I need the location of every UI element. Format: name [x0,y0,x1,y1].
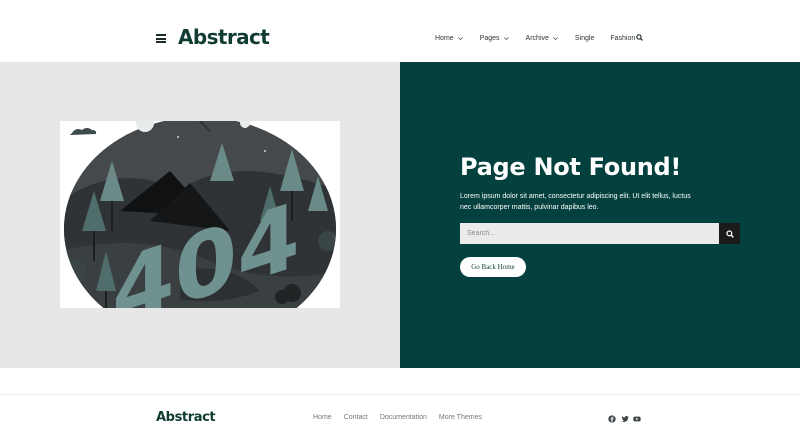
main-nav: Home Pages Archive Single Fashion [435,31,651,45]
site-logo[interactable]: Abstract [178,24,270,50]
not-found-panel [400,62,800,368]
facebook-icon[interactable] [608,415,616,423]
footer-link-more-themes[interactable]: More Themes [439,414,482,421]
nav-item-fashion[interactable]: Fashion [610,35,635,42]
page-title: Page Not Found! [460,153,682,181]
search-button[interactable] [719,223,740,244]
nav-item-label: Fashion [610,34,636,42]
search-icon [725,229,734,238]
chevron-down-icon [503,36,509,40]
search-icon[interactable] [636,34,643,41]
search-input[interactable] [460,223,719,244]
hamburger-menu-icon[interactable] [156,34,166,43]
chevron-down-icon [457,36,463,40]
site-header: Abstract Home Pages Archive Single Fashi… [0,0,800,62]
footer-link-contact[interactable]: Contact [344,414,368,421]
nav-item-label: Home [435,34,454,42]
footer-divider [0,394,800,395]
twitter-icon[interactable] [621,415,629,423]
nav-item-archive[interactable]: Archive [526,35,559,42]
nav-item-label: Pages [479,34,500,42]
footer-nav: Home Contact Documentation More Themes [313,414,494,421]
nav-item-label: Single [574,34,595,42]
page: Abstract Home Pages Archive Single Fashi… [0,0,800,443]
footer-link-documentation[interactable]: Documentation [380,414,427,421]
chevron-down-icon [552,36,558,40]
search-form [460,223,740,244]
nav-item-home[interactable]: Home [435,35,464,42]
nav-item-pages[interactable]: Pages [480,35,510,42]
footer-logo[interactable]: Abstract [156,410,216,425]
nav-item-single[interactable]: Single [575,35,594,42]
go-back-home-button[interactable]: Go Back Home [460,257,526,277]
404-illustration: 404 [60,121,340,308]
footer-link-home[interactable]: Home [313,414,332,421]
nav-item-label: Archive [525,34,549,42]
page-description: Lorem ipsum dolor sit amet, consectetur … [460,193,691,211]
youtube-icon[interactable] [633,415,641,423]
